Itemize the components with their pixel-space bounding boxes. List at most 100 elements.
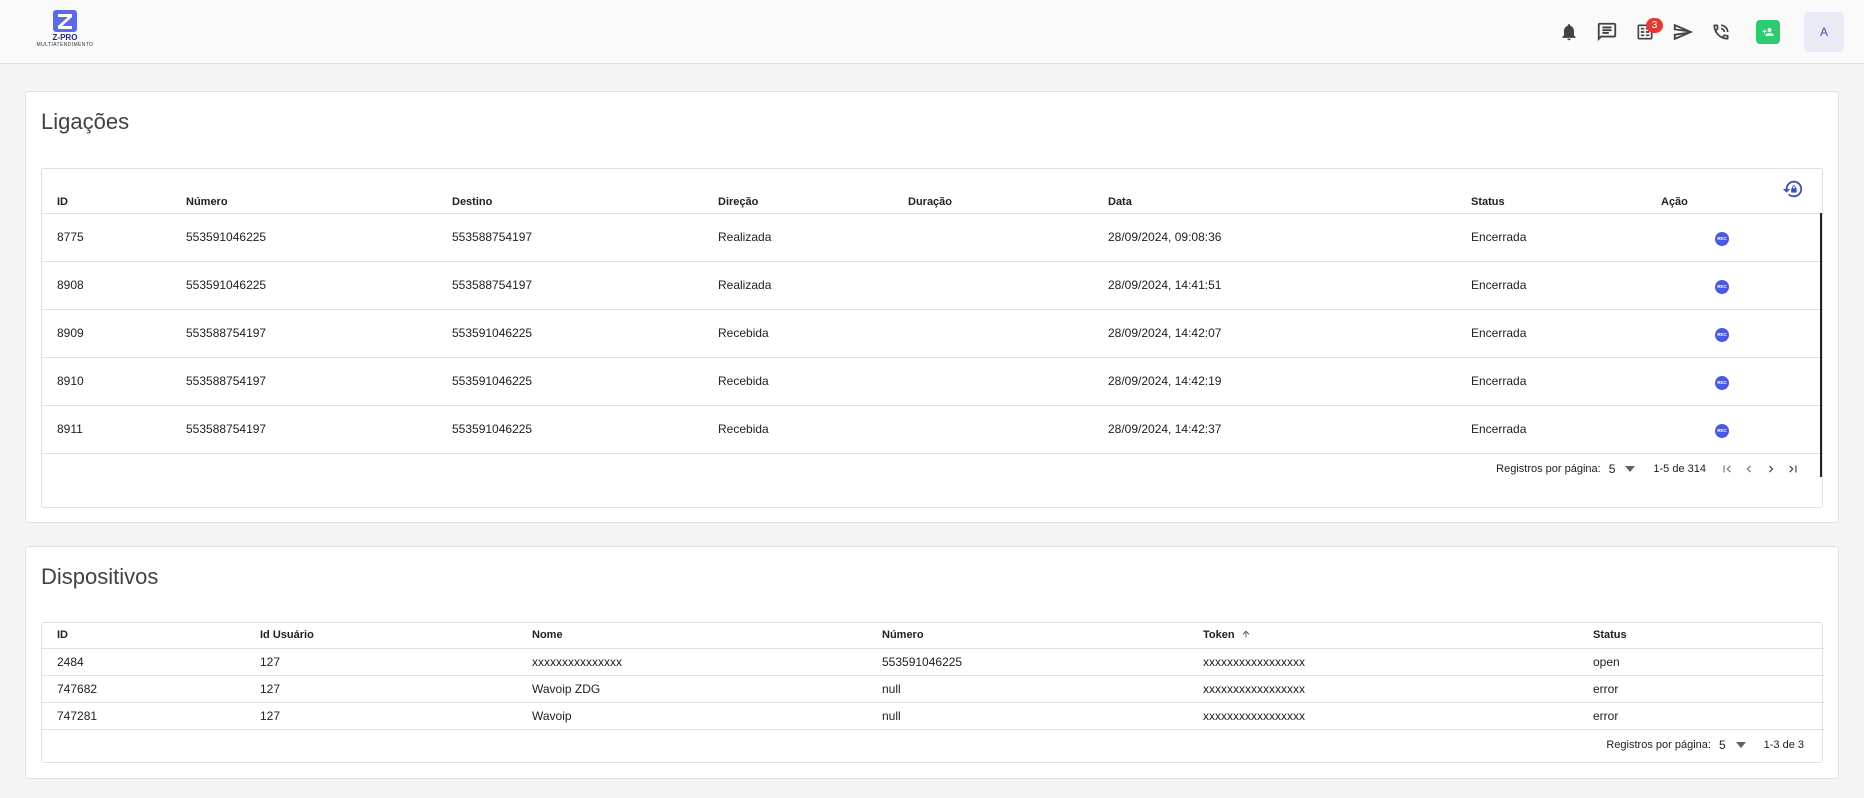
cell-id: 8909 (57, 326, 84, 340)
table-row: 8908 553591046225 553588754197 Realizada… (42, 261, 1824, 309)
column-header-numero[interactable]: Número (867, 623, 1188, 648)
column-header-duracao[interactable]: Duração (893, 186, 1093, 213)
table-row: 747281 127 Wavoip null xxxxxxxxxxxxxxxxx… (42, 702, 1824, 729)
page-range: 1-3 de 3 (1763, 738, 1804, 751)
cell-direcao: Realizada (718, 230, 772, 244)
logo-z-icon (53, 10, 77, 32)
cell-numero: null (882, 681, 901, 696)
cell-status: error (1593, 708, 1619, 723)
cell-numero: 553591046225 (882, 654, 963, 669)
cell-numero: 553588754197 (186, 326, 267, 340)
rows-per-page-select[interactable]: 5 (1719, 738, 1746, 752)
cell-acao: REC (1646, 261, 1824, 309)
devices-header-row: ID Id Usuário Nome Número Token Status (42, 623, 1824, 648)
tasks-button[interactable]: 3 (1626, 13, 1664, 51)
table-row: 8910 553588754197 553591046225 Recebida … (42, 357, 1824, 405)
cell-data: 28/09/2024, 14:42:07 (1108, 326, 1222, 340)
cell-status: open (1593, 654, 1620, 669)
devices-card: Dispositivos ID Id Usuário Nome Número T… (25, 546, 1839, 779)
cell-user-id: 127 (260, 654, 281, 669)
cell-direcao: Recebida (718, 374, 769, 388)
vertical-scrollbar[interactable] (1820, 213, 1822, 477)
record-button[interactable]: REC (1715, 423, 1729, 438)
cell-destino: 553591046225 (452, 422, 533, 436)
cell-status: Encerrada (1471, 422, 1527, 436)
column-header-data[interactable]: Data (1093, 186, 1456, 213)
cell-status: error (1593, 681, 1619, 696)
cell-data: 28/09/2024, 09:08:36 (1108, 230, 1222, 244)
chevron-down-icon (1735, 741, 1746, 748)
prev-page-button[interactable] (1738, 458, 1760, 480)
column-header-token-label: Token (1203, 629, 1235, 642)
cell-duracao (893, 261, 1093, 309)
record-button[interactable]: REC (1715, 327, 1729, 342)
tasks-badge: 3 (1646, 18, 1663, 33)
chevron-down-icon (1625, 465, 1636, 472)
add-contact-button[interactable] (1756, 20, 1780, 44)
column-header-token[interactable]: Token (1188, 623, 1578, 648)
column-header-id[interactable]: ID (42, 623, 245, 648)
cell-acao: REC (1646, 213, 1824, 261)
devices-table: ID Id Usuário Nome Número Token Status 2… (42, 623, 1824, 730)
reset-button[interactable] (1782, 178, 1804, 203)
cell-status: Encerrada (1471, 374, 1527, 388)
bell-icon (1562, 24, 1576, 41)
column-header-nome[interactable]: Nome (517, 623, 867, 648)
calls-table: ID Número Destino Direção Duração Data S… (42, 186, 1824, 454)
cell-direcao: Recebida (718, 326, 769, 340)
first-page-icon (1723, 465, 1731, 472)
cell-numero: 553591046225 (186, 230, 267, 244)
notifications-button[interactable] (1550, 13, 1588, 51)
column-header-destino[interactable]: Destino (437, 186, 703, 213)
cell-token: xxxxxxxxxxxxxxxxx (1203, 681, 1305, 696)
cell-numero: null (882, 708, 901, 723)
page-navigation (1716, 458, 1804, 480)
column-header-numero[interactable]: Número (171, 186, 437, 213)
rows-per-page-value: 5 (1718, 737, 1726, 752)
next-page-button[interactable] (1760, 458, 1782, 480)
column-header-id[interactable]: ID (42, 186, 171, 213)
cell-user-id: 127 (260, 708, 281, 723)
cell-destino: 553591046225 (452, 326, 533, 340)
cell-numero: 553588754197 (186, 374, 267, 388)
add-contact-icon (1762, 28, 1774, 36)
user-avatar[interactable]: A (1804, 12, 1844, 52)
cell-acao: REC (1646, 309, 1824, 357)
cell-duracao (893, 213, 1093, 261)
logo-subtitle: MULTIATENDIMENTO (36, 42, 94, 48)
logo[interactable]: Z-PRO MULTIATENDIMENTO (32, 9, 98, 53)
cell-status: Encerrada (1471, 278, 1527, 292)
devices-title: Dispositivos (41, 564, 159, 589)
cell-destino: 553588754197 (452, 278, 533, 292)
first-page-button[interactable] (1716, 458, 1738, 480)
phone-button[interactable] (1702, 13, 1740, 51)
last-page-button[interactable] (1782, 458, 1804, 480)
column-header-direcao[interactable]: Direção (703, 186, 893, 213)
record-button[interactable]: REC (1715, 375, 1729, 390)
last-page-icon (1789, 465, 1797, 472)
column-header-status[interactable]: Status (1578, 623, 1824, 648)
cell-acao: REC (1646, 405, 1824, 453)
cell-nome: Wavoip (532, 708, 572, 723)
sort-asc-icon (1242, 630, 1249, 638)
lock-reset-icon (1782, 180, 1803, 198)
table-row: 8909 553588754197 553591046225 Recebida … (42, 309, 1824, 357)
column-header-id-usuario[interactable]: Id Usuário (245, 623, 517, 648)
cell-id: 8910 (57, 374, 84, 388)
cell-data: 28/09/2024, 14:41:51 (1108, 278, 1222, 292)
rows-per-page-value: 5 (1608, 461, 1616, 476)
devices-pagination: Registros por página: 5 1-3 de 3 (42, 730, 1822, 760)
chat-button[interactable] (1588, 13, 1626, 51)
column-header-status[interactable]: Status (1456, 186, 1646, 213)
calls-table-container: ID Número Destino Direção Duração Data S… (41, 168, 1824, 508)
record-button[interactable]: REC (1715, 279, 1729, 294)
rows-per-page-select[interactable]: 5 (1609, 462, 1636, 476)
cell-destino: 553588754197 (452, 230, 533, 244)
chevron-right-icon (1769, 465, 1774, 472)
record-button[interactable]: REC (1715, 231, 1729, 246)
send-button[interactable] (1664, 13, 1702, 51)
cell-nome: xxxxxxxxxxxxxxx (532, 654, 622, 669)
table-row: 2484 127 xxxxxxxxxxxxxxx 553591046225 xx… (42, 648, 1824, 675)
page-range: 1-5 de 314 (1653, 462, 1706, 475)
cell-duracao (893, 357, 1093, 405)
